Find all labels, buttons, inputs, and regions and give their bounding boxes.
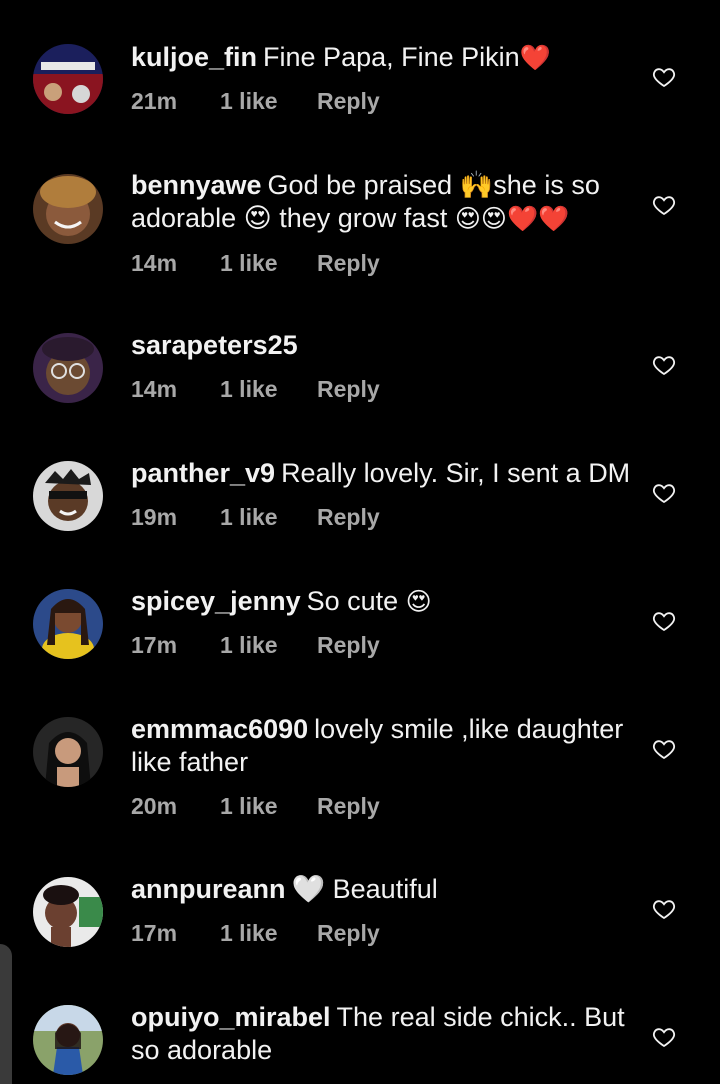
comment-username[interactable]: emmmac6090 (131, 714, 308, 744)
comment-likes[interactable]: 1 like (220, 920, 278, 947)
reply-button[interactable]: Reply (317, 250, 380, 277)
emoji-cluster: 😍😍❤️❤️ (454, 204, 570, 233)
comment-body: Really lovely. Sir, I sent a DM (281, 458, 631, 488)
reply-button[interactable]: Reply (317, 632, 380, 659)
avatar[interactable] (33, 717, 103, 787)
comment-username[interactable]: kuljoe_fin (131, 42, 257, 72)
comment-username[interactable]: annpureann (131, 874, 286, 904)
heart-outline-icon[interactable] (652, 353, 676, 377)
avatar[interactable] (33, 589, 103, 659)
comment-username[interactable]: sarapeters25 (131, 330, 298, 360)
edge-handle[interactable] (0, 944, 12, 1084)
comment-text: panther_v9 Really lovely. Sir, I sent a D… (131, 457, 631, 490)
comment-body: 🤍 Beautiful (291, 874, 438, 904)
comment-body: Fine Papa, Fine Pikin (263, 42, 520, 72)
avatar[interactable] (33, 461, 103, 531)
comment-likes[interactable]: 1 like (220, 376, 278, 403)
comment-text: annpureann 🤍 Beautiful (131, 873, 631, 906)
comment-text: kuljoe_fin Fine Papa, Fine Pikin❤️ (131, 41, 631, 74)
heart-outline-icon[interactable] (652, 897, 676, 921)
comment-username[interactable]: spicey_jenny (131, 586, 301, 616)
heart-outline-icon[interactable] (652, 609, 676, 633)
comment-likes[interactable]: 1 like (220, 88, 278, 115)
reply-button[interactable]: Reply (317, 793, 380, 820)
reply-button[interactable]: Reply (317, 88, 380, 115)
comment-text: spicey_jenny So cute 😍 (131, 585, 631, 618)
avatar[interactable] (33, 174, 103, 244)
reply-button[interactable]: Reply (317, 920, 380, 947)
avatar[interactable] (33, 877, 103, 947)
comment-username[interactable]: panther_v9 (131, 458, 275, 488)
reply-button[interactable]: Reply (317, 504, 380, 531)
heart-outline-icon[interactable] (652, 1025, 676, 1049)
reply-button[interactable]: Reply (317, 376, 380, 403)
comment-text: sarapeters25 (131, 329, 631, 362)
comment-text: opuiyo_mirabel The real side chick.. But … (131, 1001, 631, 1067)
comment-time: 20m (131, 793, 178, 819)
comment-time: 14m (131, 376, 178, 402)
heart-outline-icon[interactable] (652, 193, 676, 217)
comment-time: 19m (131, 504, 178, 530)
heart-outline-icon[interactable] (652, 481, 676, 505)
heart-eyes-emoji: 😍 (405, 587, 432, 616)
comment-time: 17m (131, 632, 178, 658)
heart-outline-icon[interactable] (652, 737, 676, 761)
comment-likes[interactable]: 1 like (220, 793, 278, 820)
avatar[interactable] (33, 333, 103, 403)
comment-body: So cute (306, 586, 399, 616)
avatar[interactable] (33, 44, 103, 114)
comment-time: 14m (131, 250, 178, 276)
comment-username[interactable]: opuiyo_mirabel (131, 1002, 331, 1032)
comment-text: bennyawe God be praised 🙌she is so adorab… (131, 169, 631, 235)
comment-username[interactable]: bennyawe (131, 170, 262, 200)
comment-likes[interactable]: 1 like (220, 250, 278, 277)
comment-likes[interactable]: 1 like (220, 632, 278, 659)
avatar[interactable] (33, 1005, 103, 1075)
comment-time: 21m (131, 88, 178, 114)
heart-emoji: ❤️ (519, 43, 551, 72)
heart-outline-icon[interactable] (652, 65, 676, 89)
comment-text: emmmac6090 lovely smile ,like daughter li… (131, 713, 631, 779)
comment-time: 17m (131, 920, 178, 946)
comment-likes[interactable]: 1 like (220, 504, 278, 531)
